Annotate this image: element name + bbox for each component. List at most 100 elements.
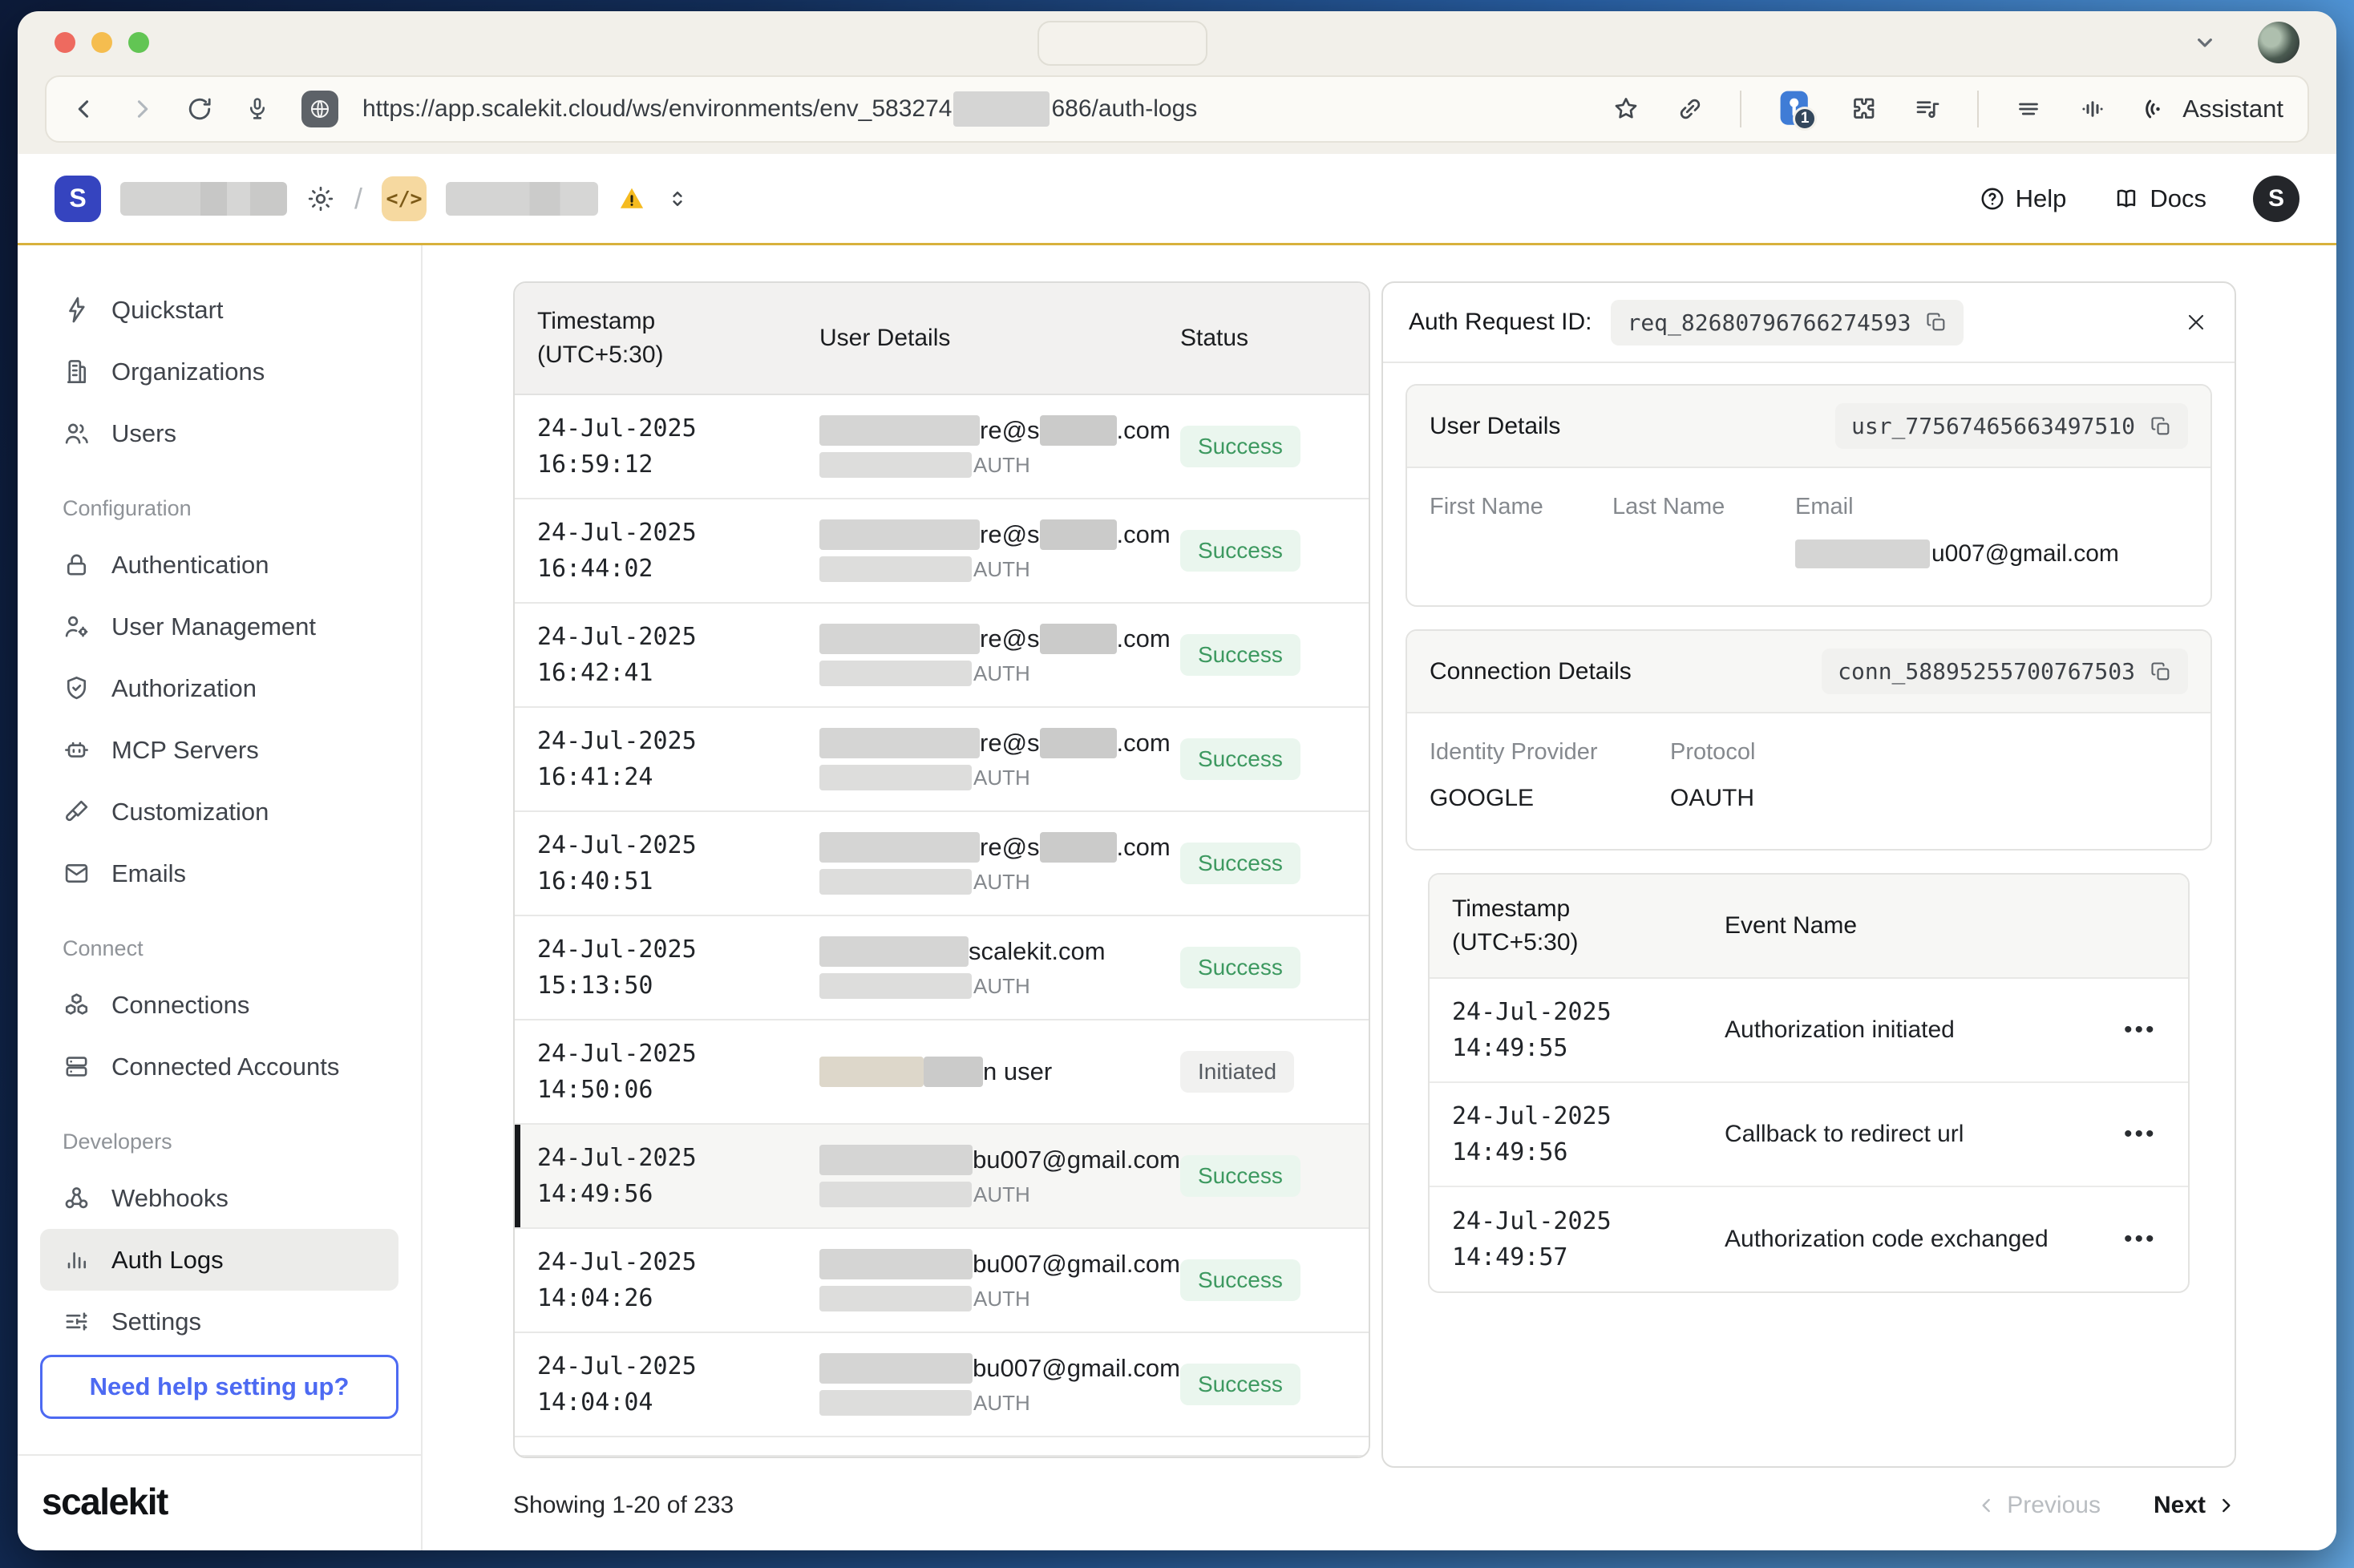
previous-page-button[interactable]: Previous (1976, 1492, 2101, 1519)
row-date: 24-Jul-2025 (537, 410, 819, 447)
help-button[interactable]: Help (1979, 184, 2067, 213)
reload-icon[interactable] (186, 95, 213, 123)
event-date: 24-Jul-2025 (1452, 1203, 1725, 1239)
extensions-puzzle-icon[interactable] (1849, 95, 1878, 123)
environment-icon[interactable]: </> (382, 176, 427, 221)
redacted-text (1040, 624, 1117, 654)
sidebar-item-auth-logs[interactable]: Auth Logs (40, 1229, 398, 1291)
browser-tab[interactable] (1037, 21, 1207, 66)
next-page-button[interactable]: Next (2154, 1492, 2236, 1519)
auth-request-id-chip: req_82680796766274593 (1611, 300, 1964, 346)
password-manager-icon[interactable]: 1 (1777, 89, 1814, 129)
sidebar-item-user-management[interactable]: User Management (40, 596, 398, 657)
event-menu-icon[interactable]: ••• (2124, 1235, 2188, 1243)
sidebar-item-label: Webhooks (111, 1184, 229, 1213)
row-user-email: re@s.com (819, 624, 1180, 654)
table-row[interactable]: 24-Jul-2025 16:41:24 re@s.com AUTH Succe… (515, 708, 1369, 812)
sidebar-item-webhooks[interactable]: Webhooks (40, 1167, 398, 1229)
environment-switcher-icon[interactable] (665, 187, 690, 211)
events-table: Timestamp(UTC+5:30) Event Name 24-Jul-20… (1428, 873, 2190, 1293)
event-time: 14:49:55 (1452, 1030, 1725, 1066)
toolbar-divider (1977, 91, 1979, 127)
close-icon[interactable] (2183, 309, 2209, 335)
sidebar-item-customization[interactable]: Customization (40, 781, 398, 843)
sidebar-item-authorization[interactable]: Authorization (40, 657, 398, 719)
user-avatar[interactable]: S (2253, 176, 2299, 222)
table-row[interactable]: 24-Jul-2025 14:49:56 bu007@gmail.com AUT… (515, 1125, 1369, 1229)
redacted-text (819, 519, 980, 550)
table-row[interactable]: 24-Jul-2025 16:59:12 re@s.com AUTH Succe… (515, 395, 1369, 499)
redacted-text (819, 1249, 973, 1279)
table-row[interactable]: 24-Jul-2025 14:50:06 n user Initiated (515, 1020, 1369, 1125)
redacted-text (1040, 728, 1117, 758)
sidebar-item-connections[interactable]: Connections (40, 974, 398, 1036)
table-row[interactable]: 24-Jul-2025 16:44:02 re@s.com AUTH Succe… (515, 499, 1369, 604)
window-controls (55, 32, 149, 53)
close-window-button[interactable] (55, 32, 75, 53)
sidebar-item-settings[interactable]: Settings (40, 1291, 398, 1352)
minimize-window-button[interactable] (91, 32, 112, 53)
assistant-button[interactable]: Assistant (2142, 95, 2283, 123)
table-row[interactable]: 24-Jul-2025 15:13:50 scalekit.com AUTH S… (515, 916, 1369, 1020)
chevron-down-icon[interactable] (2192, 30, 2218, 55)
row-time: 16:42:41 (537, 655, 819, 691)
need-help-button[interactable]: Need help setting up? (40, 1355, 398, 1419)
table-row[interactable]: 24-Jul-2025 16:40:51 re@s.com AUTH Succe… (515, 812, 1369, 916)
connection-details-title: Connection Details (1430, 658, 1632, 685)
playlist-icon[interactable] (1913, 95, 1942, 123)
window-titlebar (18, 11, 2336, 74)
event-row[interactable]: 24-Jul-2025 14:49:55 Authorization initi… (1430, 979, 2188, 1083)
row-auth-method: AUTH (819, 1390, 1180, 1416)
copy-icon[interactable] (1925, 311, 1948, 333)
docs-button[interactable]: Docs (2113, 184, 2206, 213)
sidebar-item-authentication[interactable]: Authentication (40, 534, 398, 596)
copy-link-icon[interactable] (1676, 95, 1705, 123)
sidebar-item-emails[interactable]: Emails (40, 843, 398, 904)
reader-mode-icon[interactable] (2014, 95, 2043, 123)
sidebar-item-connected-accounts[interactable]: Connected Accounts (40, 1036, 398, 1097)
site-info-chip[interactable] (301, 91, 338, 127)
row-date: 24-Jul-2025 (537, 1348, 819, 1384)
url-text[interactable]: https://app.scalekit.cloud/ws/environmen… (362, 91, 1197, 127)
toolbar-divider (1740, 91, 1741, 127)
sidebar-item-mcp-servers[interactable]: MCP Servers (40, 719, 398, 781)
url-bar[interactable]: https://app.scalekit.cloud/ws/environmen… (45, 75, 2309, 143)
redacted-text (819, 1057, 924, 1087)
row-date: 24-Jul-2025 (537, 1036, 819, 1072)
workspace-settings-gear-icon[interactable] (306, 184, 335, 213)
identity-provider-value: GOOGLE (1430, 785, 1670, 812)
sidebar-item-organizations[interactable]: Organizations (40, 341, 398, 402)
copy-icon[interactable] (2150, 661, 2172, 683)
event-row[interactable]: 24-Jul-2025 14:49:56 Callback to redirec… (1430, 1083, 2188, 1187)
forward-icon[interactable] (128, 95, 156, 123)
microphone-icon[interactable] (244, 95, 271, 123)
redacted-text (924, 1057, 983, 1087)
event-menu-icon[interactable]: ••• (2124, 1130, 2188, 1138)
event-row[interactable]: 24-Jul-2025 14:49:57 Authorization code … (1430, 1187, 2188, 1291)
event-menu-icon[interactable]: ••• (2124, 1026, 2188, 1034)
browser-profile-avatar[interactable] (2258, 22, 2299, 63)
auth-request-detail-panel: Auth Request ID: req_82680796766274593 U… (1381, 281, 2236, 1468)
table-row[interactable]: 24-Jul-2025 14:04:04 bu007@gmail.com AUT… (515, 1333, 1369, 1437)
workspace-logo[interactable]: S (55, 176, 101, 222)
row-user-email: re@s.com (819, 832, 1180, 863)
sidebar-panel-icon[interactable] (2078, 95, 2107, 123)
browser-toolbar: https://app.scalekit.cloud/ws/environmen… (18, 74, 2336, 154)
table-row[interactable]: 24-Jul-2025 16:42:41 re@s.com AUTH Succe… (515, 604, 1369, 708)
bookmark-star-icon[interactable] (1612, 95, 1640, 123)
row-auth-method: AUTH (819, 452, 1180, 478)
col-timestamp: Timestamp (537, 305, 819, 338)
status-badge: Initiated (1180, 1051, 1294, 1093)
row-auth-method: AUTH (819, 1182, 1180, 1207)
sidebar-item-users[interactable]: Users (40, 402, 398, 464)
back-icon[interactable] (71, 95, 98, 123)
help-circle-icon (1979, 185, 2006, 212)
copy-icon[interactable] (2150, 415, 2172, 438)
browser-window: https://app.scalekit.cloud/ws/environmen… (18, 11, 2336, 1550)
redacted-text (1795, 540, 1930, 568)
table-row[interactable]: 24-Jul-2025 14:04:26 bu007@gmail.com AUT… (515, 1229, 1369, 1333)
sidebar: Quickstart Organizations Users Configura… (18, 245, 423, 1550)
status-badge: Success (1180, 634, 1300, 676)
sidebar-item-quickstart[interactable]: Quickstart (40, 279, 398, 341)
zoom-window-button[interactable] (128, 32, 149, 53)
